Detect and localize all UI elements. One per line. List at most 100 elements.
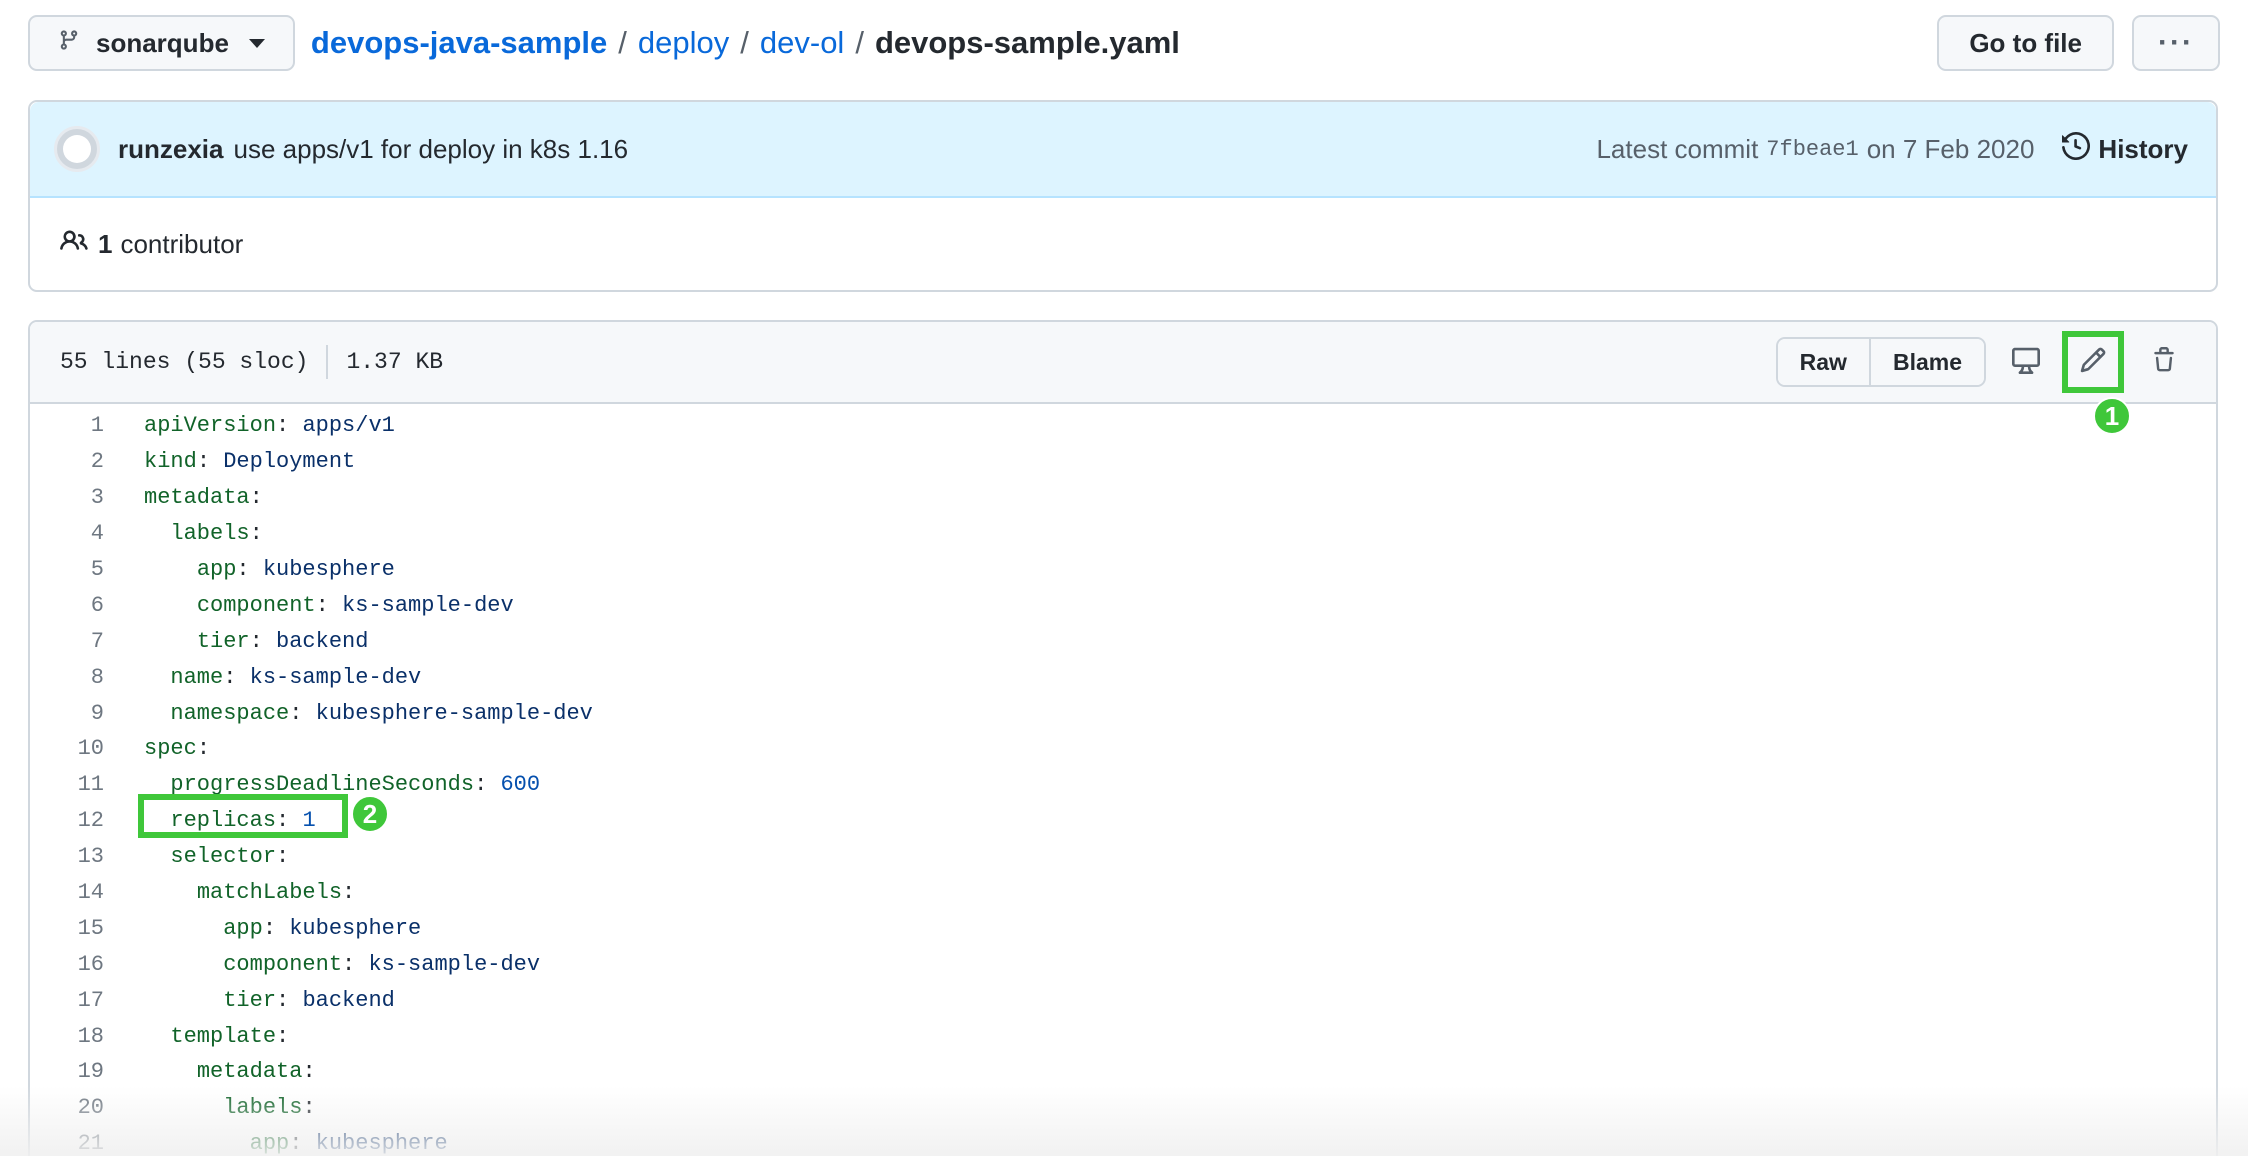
raw-button[interactable]: Raw [1777,339,1869,385]
code-line: 11 progressDeadlineSeconds: 600 [30,767,2216,803]
kebab-horizontal-icon: ··· [2158,26,2194,59]
file-header: 55 lines (55 sloc) 1.37 KB Raw Blame [30,322,2216,404]
branch-selector-button[interactable]: sonarqube [28,15,295,71]
latest-commit-label: Latest commit [1596,133,1759,164]
code-line: 4 labels: [30,516,2216,552]
more-options-button[interactable]: ··· [2132,15,2220,71]
line-number[interactable]: 9 [30,701,104,726]
breadcrumb: devops-java-sample / deploy / dev-ol / d… [311,25,1180,61]
line-number[interactable]: 3 [30,485,104,510]
line-number[interactable]: 1 [30,413,104,438]
git-branch-icon [58,27,80,60]
code-line: 20 labels: [30,1090,2216,1126]
line-number[interactable]: 18 [30,1024,104,1049]
yaml-key: app [196,557,237,582]
code-text: metadata: [144,485,263,511]
annotation-badge-1: 1 [2093,397,2131,435]
file-viewer: 55 lines (55 sloc) 1.37 KB Raw Blame 1 ap… [28,320,2218,1156]
yaml-value: kubesphere [262,557,395,582]
file-lines-info: 55 lines (55 sloc) [60,349,309,375]
yaml-value: ks-sample-dev [368,951,541,977]
yaml-key: component [223,951,343,977]
code-listing: 1 apiVersion: apps/v1 2 kind: Deployment 3 me… [30,404,2216,1156]
yaml-value: ks-sample-dev [249,664,422,690]
line-number[interactable]: 12 [30,808,104,833]
open-desktop-button[interactable] [2004,340,2048,384]
line-number[interactable]: 6 [30,593,104,618]
yaml-key: labels [170,521,250,547]
code-text: app: kubesphere [196,557,395,582]
code-text: name: ks-sample-dev [170,664,422,690]
commit-sha-link[interactable]: 7fbeae1 [1766,137,1858,162]
contributor-label: contributor [120,228,244,259]
yaml-key: selector [170,844,277,870]
history-link[interactable]: History [2062,131,2188,167]
code-text: tier: backend [223,987,395,1013]
line-number[interactable]: 19 [30,1059,104,1084]
yaml-key: metadata [196,1059,303,1085]
code-line: 8 name: ks-sample-dev [30,659,2216,695]
code-text: kind: Deployment [144,449,356,475]
raw-blame-button-group: Raw Blame [1775,337,1986,387]
yaml-key: labels [223,1095,303,1121]
line-number[interactable]: 2 [30,449,104,474]
code-text: component: ks-sample-dev [196,592,514,618]
line-number[interactable]: 11 [30,772,104,797]
line-number[interactable]: 8 [30,665,104,690]
blame-button[interactable]: Blame [1868,339,1984,385]
code-line: 10 spec: [30,731,2216,767]
breadcrumb-repo-link[interactable]: devops-java-sample [311,25,607,61]
breadcrumb-separator: / [740,25,749,60]
yaml-value: backend [302,987,395,1013]
commit-author-link[interactable]: runzexia [118,134,224,165]
code-text: selector: [170,844,290,870]
code-text: metadata: [196,1059,316,1085]
code-line: 21 app: kubesphere [30,1126,2216,1156]
code-line: 1 apiVersion: apps/v1 [30,408,2216,444]
line-number[interactable]: 5 [30,557,104,582]
line-number[interactable]: 7 [30,629,104,654]
breadcrumb-deploy-link[interactable]: deploy [638,25,729,61]
contributors-row[interactable]: 1 contributor [30,198,2216,290]
code-text: template: [170,1023,290,1049]
line-number[interactable]: 13 [30,844,104,869]
yaml-value: Deployment [223,449,356,475]
yaml-key: matchLabels [196,880,343,906]
history-icon [2062,131,2091,167]
line-number[interactable]: 16 [30,952,104,977]
code-text: labels: [170,521,263,547]
yaml-value: kubesphere [315,1131,448,1156]
line-number[interactable]: 20 [30,1095,104,1120]
line-number[interactable]: 21 [30,1131,104,1156]
yaml-key: namespace [170,700,290,726]
history-label: History [2098,133,2188,164]
code-text: namespace: kubesphere-sample-dev [170,700,593,726]
commit-message-link[interactable]: use apps/v1 for deploy in k8s 1.16 [234,134,629,165]
yaml-key: apiVersion [144,413,277,439]
breadcrumb-separator: / [618,25,627,60]
line-number[interactable]: 15 [30,916,104,941]
breadcrumb-dev-ol-link[interactable]: dev-ol [760,25,844,61]
code-line: 19 metadata: [30,1054,2216,1090]
commit-date: on 7 Feb 2020 [1866,133,2035,164]
code-line: 7 tier: backend [30,623,2216,659]
line-number[interactable]: 10 [30,736,104,761]
delete-file-button[interactable] [2142,340,2186,384]
yaml-key: name [170,664,224,690]
code-line: 9 namespace: kubesphere-sample-dev [30,695,2216,731]
line-number[interactable]: 14 [30,880,104,905]
breadcrumb-separator: / [855,25,864,60]
file-size: 1.37 KB [346,349,444,375]
code-text: app: kubesphere [249,1131,448,1156]
line-number[interactable]: 4 [30,521,104,546]
code-line: 17 tier: backend [30,982,2216,1018]
code-text: apiVersion: apps/v1 [144,413,395,439]
edit-file-button[interactable] [2062,331,2124,393]
code-line: 18 template: [30,1018,2216,1054]
avatar[interactable] [54,126,100,172]
line-number[interactable]: 17 [30,988,104,1013]
yaml-key: kind [144,449,197,475]
pencil-icon [2079,346,2107,379]
caret-down-icon [248,38,265,48]
go-to-file-button[interactable]: Go to file [1937,15,2114,71]
